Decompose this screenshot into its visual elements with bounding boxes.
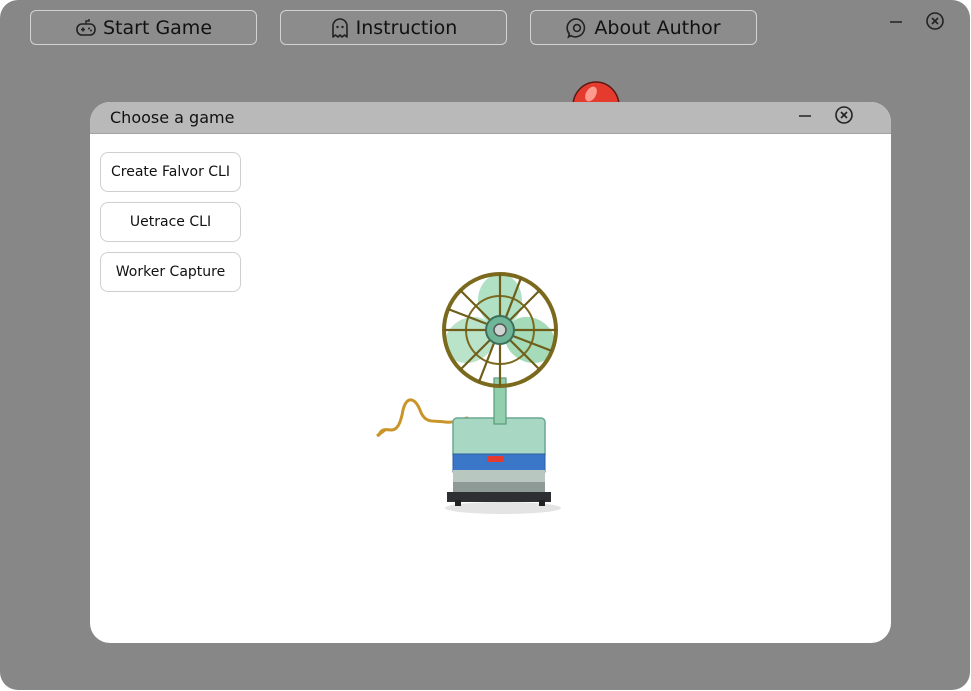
instruction-label: Instruction xyxy=(355,16,458,39)
about-author-label: About Author xyxy=(594,16,721,39)
close-button[interactable] xyxy=(924,12,946,34)
game-button-worker-capture[interactable]: Worker Capture xyxy=(100,252,241,292)
gamepad-icon xyxy=(75,17,97,39)
about-author-button[interactable]: About Author xyxy=(530,10,757,45)
game-button-create-falvor-cli[interactable]: Create Falvor CLI xyxy=(100,152,241,192)
instruction-button[interactable]: Instruction xyxy=(280,10,507,45)
electric-fan-illustration xyxy=(375,270,605,554)
game-button-label: Worker Capture xyxy=(115,264,226,280)
close-circle-icon xyxy=(925,11,945,35)
game-button-label: Uetrace CLI xyxy=(129,214,212,230)
dialog-title: Choose a game xyxy=(110,108,235,127)
minimize-button[interactable] xyxy=(885,12,907,34)
dialog-minimize-button[interactable] xyxy=(794,106,816,128)
game-button-uetrace-cli[interactable]: Uetrace CLI xyxy=(100,202,241,242)
minimize-icon xyxy=(798,108,812,127)
minimize-icon xyxy=(889,14,903,33)
start-game-button[interactable]: Start Game xyxy=(30,10,257,45)
main-window: Start Game Instruction About Author Choo… xyxy=(0,0,970,690)
ghost-icon xyxy=(330,17,350,39)
game-button-label: Create Falvor CLI xyxy=(111,164,230,180)
dialog-titlebar[interactable]: Choose a game xyxy=(90,102,891,134)
chat-bubble-icon xyxy=(566,17,588,39)
dialog-close-button[interactable] xyxy=(833,106,855,128)
choose-game-dialog: Choose a game Create Falvor CLI Uetrace … xyxy=(90,102,891,643)
start-game-label: Start Game xyxy=(102,16,213,39)
close-circle-icon xyxy=(834,105,854,129)
